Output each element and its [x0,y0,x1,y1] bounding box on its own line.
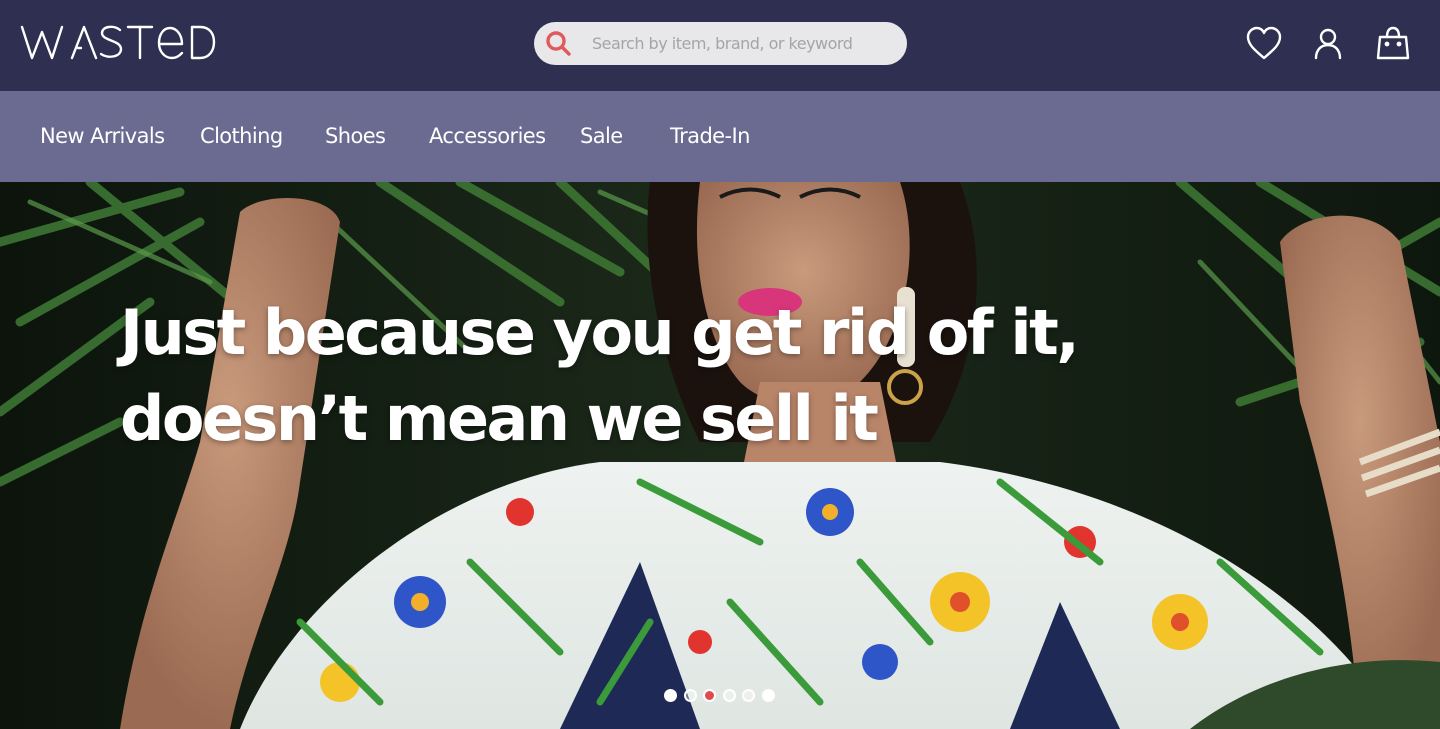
nav-item-sale[interactable]: Sale [580,91,623,182]
hero-headline-line-1: Just because you get rid of it, [120,296,1080,369]
nav-item-shoes[interactable]: Shoes [325,91,386,182]
carousel-pagination [664,689,781,703]
nav-item-trade-in[interactable]: Trade-In [670,91,750,182]
brand-logo[interactable] [20,22,216,62]
user-icon[interactable] [1308,24,1348,64]
hero-headline: Just because you get rid of it, doesn’t … [120,290,1080,462]
nav-item-accessories[interactable]: Accessories [429,91,546,182]
carousel-dot-4[interactable] [722,689,736,702]
carousel-dot-5[interactable] [742,689,755,702]
nav-item-new-arrivals[interactable]: New Arrivals [40,91,165,182]
shopping-bag-icon[interactable] [1373,24,1413,64]
search-icon[interactable] [544,29,572,57]
search-input[interactable] [592,22,892,65]
carousel-dot-2[interactable] [683,689,697,702]
carousel-dot-6[interactable] [761,689,775,702]
main-navigation: New Arrivals Clothing Shoes Accessories … [0,91,1440,182]
hero-banner[interactable]: Just because you get rid of it, doesn’t … [0,182,1440,729]
carousel-dot-1[interactable] [664,689,677,702]
search-bar [534,22,907,65]
hero-headline-line-2: doesn’t mean we sell it [120,382,879,455]
heart-icon[interactable] [1244,24,1284,64]
top-header [0,0,1440,91]
nav-item-clothing[interactable]: Clothing [200,91,283,182]
carousel-dot-3[interactable] [703,689,716,702]
